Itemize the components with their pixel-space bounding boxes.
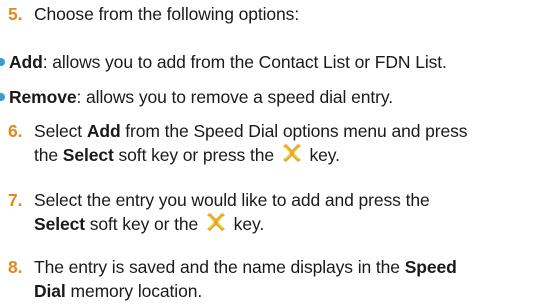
- step-5: 5. Choose from the following options:: [8, 2, 528, 26]
- bullet-icon: [0, 58, 5, 66]
- nav-key-icon: [282, 144, 301, 162]
- step-number: 8.: [8, 257, 23, 277]
- step-number: 7.: [8, 190, 23, 210]
- step-text: The entry is saved and the name displays…: [34, 257, 405, 277]
- option-remove: Remove: allows you to remove a speed dia…: [0, 85, 528, 109]
- option-label: Add: [9, 52, 43, 72]
- step-number: 5.: [8, 4, 23, 24]
- step-text: Select: [34, 121, 87, 141]
- step-bold: Select: [62, 145, 114, 165]
- nav-key-icon: [206, 213, 225, 231]
- manual-page: 5. Choose from the following options: Add…: [0, 0, 533, 306]
- step-bold: Add: [86, 121, 121, 141]
- step-text: soft key or press the: [113, 145, 279, 165]
- option-label: Remove: [9, 87, 77, 107]
- step-7: 7. Select the entry you would like to add…: [8, 188, 528, 236]
- step-number: 6.: [8, 121, 23, 141]
- step-text: Choose from the following options:: [34, 4, 300, 24]
- step-text: from the Speed Dial options menu and pre…: [120, 121, 468, 141]
- step-8: 8. The entry is saved and the name displa…: [8, 255, 528, 303]
- step-text: key.: [304, 145, 341, 165]
- step-text: the: [34, 145, 63, 165]
- option-description: : allows you to remove a speed dial entr…: [76, 87, 394, 107]
- step-6: 6. Select Add from the Speed Dial options…: [8, 119, 528, 167]
- step-text: memory location.: [65, 281, 203, 301]
- step-bold: Select: [34, 214, 85, 234]
- bullet-icon: [0, 93, 5, 101]
- step-text: key.: [228, 214, 265, 234]
- step-bold: Speed: [404, 257, 457, 277]
- step-text: soft key or the: [84, 214, 203, 234]
- option-add: Add: allows you to add from the Contact …: [0, 50, 528, 74]
- option-description: : allows you to add from the Contact Lis…: [42, 52, 447, 72]
- step-text: Select the entry you would like to add a…: [34, 190, 430, 210]
- step-bold: Dial: [34, 281, 66, 301]
